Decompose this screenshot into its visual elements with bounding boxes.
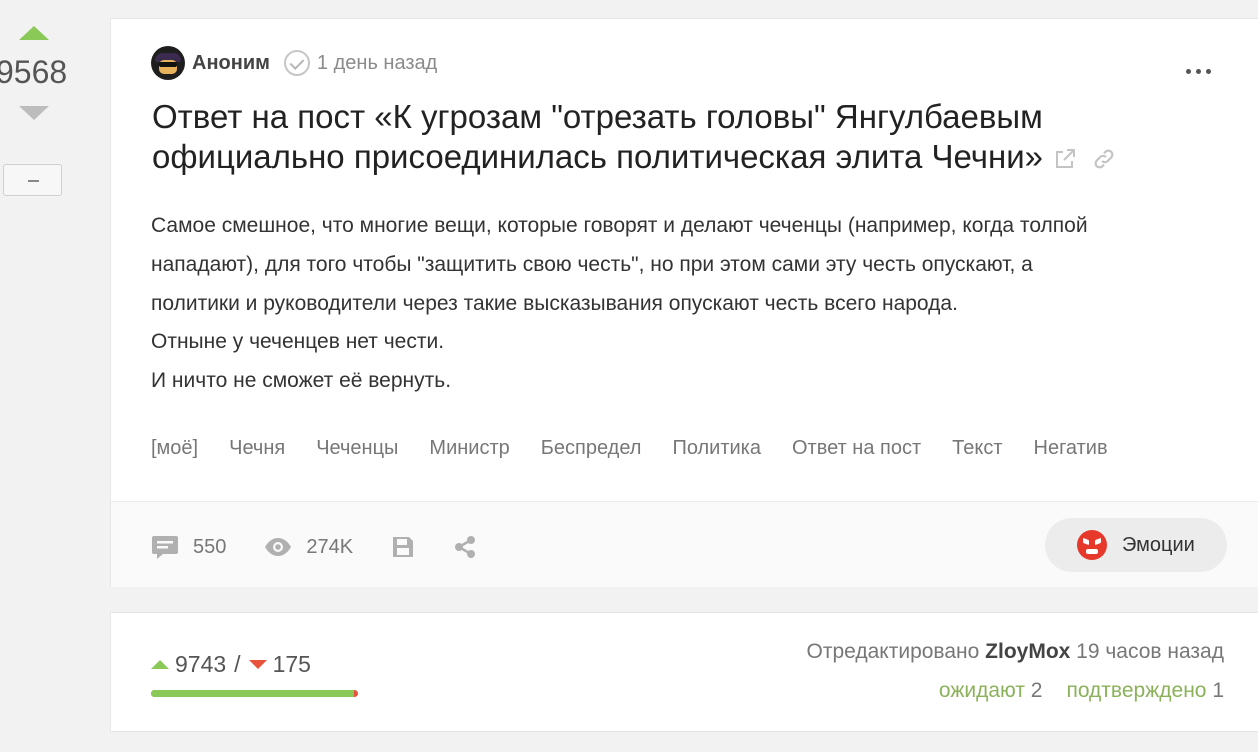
tag-item[interactable]: Беспредел <box>541 437 642 460</box>
share-icon <box>455 536 476 558</box>
moderation-status: ожидают 2 подтверждено 1 <box>939 679 1224 703</box>
rating-value: 9568 <box>0 54 68 90</box>
external-link-icon[interactable] <box>1053 147 1077 171</box>
story-rating: 9568 <box>0 0 70 752</box>
angry-emoji-icon <box>1077 530 1107 560</box>
up-votes: 9743 <box>175 651 227 677</box>
pending-count: 2 <box>1030 679 1043 702</box>
tag-item[interactable]: Негатив <box>1034 437 1108 460</box>
confirmed-label: подтверждено <box>1066 679 1207 702</box>
tag-item[interactable]: [моё] <box>151 437 198 460</box>
body-line: нападают), для того чтобы "защитить свою… <box>151 252 1033 276</box>
story-header: Аноним 1 день назад <box>151 46 437 80</box>
edited-prefix: Отредактировано <box>806 640 980 663</box>
vote-up-icon[interactable] <box>19 26 49 40</box>
edit-info: Отредактировано ZloyMox 19 часов назад <box>807 640 1224 664</box>
approval-bar-fill <box>151 690 355 697</box>
downvote-triangle-icon <box>248 660 267 669</box>
save-icon <box>393 537 414 557</box>
story-title[interactable]: Ответ на пост «К угрозам "отрезать голов… <box>152 97 1152 177</box>
body-line: И ничто не сможет её вернуть. <box>151 369 452 393</box>
confirmed-count: 1 <box>1212 679 1224 702</box>
tag-item[interactable]: Чеченцы <box>316 437 398 460</box>
down-votes: 175 <box>272 651 311 677</box>
collapse-button[interactable] <box>3 164 62 196</box>
body-line: Самое смешное, что многие вещи, которые … <box>151 214 1088 237</box>
editor-name[interactable]: ZloyMox <box>985 640 1070 663</box>
moderation-card: 9743 / 175 Отредактировано ZloyMox 19 ча… <box>110 612 1258 732</box>
story-card: Аноним 1 день назад Ответ на пост «К угр… <box>110 18 1258 587</box>
emotions-label: Эмоции <box>1122 533 1195 556</box>
vote-down-icon[interactable] <box>19 106 49 120</box>
tag-item[interactable]: Министр <box>429 437 509 460</box>
tag-item[interactable]: Политика <box>672 437 761 460</box>
author-name[interactable]: Аноним <box>192 52 270 75</box>
avatar[interactable] <box>151 46 185 80</box>
post-time: 1 день назад <box>316 51 438 74</box>
story-footer: 550 274K Эмоции <box>111 501 1258 587</box>
save-button[interactable] <box>391 535 415 559</box>
tag-list: [моё] Чечня Чеченцы Министр Беспредел По… <box>151 437 1139 460</box>
link-icon[interactable] <box>1092 147 1116 171</box>
comment-icon <box>152 536 178 559</box>
story-stats: 550 274K <box>151 532 515 562</box>
emotions-button[interactable]: Эмоции <box>1045 518 1227 572</box>
comments-button[interactable]: 550 <box>151 534 226 560</box>
check-icon <box>283 50 310 76</box>
pending-link[interactable]: ожидают 2 <box>939 679 1043 703</box>
views-count: 274K <box>306 535 354 558</box>
story-body: Самое смешное, что многие вещи, которые … <box>151 207 1231 401</box>
moderation-votes: 9743 / 175 <box>151 651 311 678</box>
body-line: Отныне у чеченцев нет чести. <box>151 330 445 354</box>
pending-label: ожидают <box>938 679 1025 702</box>
approval-bar <box>151 690 358 697</box>
eye-icon <box>265 538 292 556</box>
confirmed-link[interactable]: подтверждено 1 <box>1066 679 1224 703</box>
upvote-triangle-icon <box>151 660 169 669</box>
more-icon[interactable] <box>1186 61 1216 81</box>
tag-item[interactable]: Текст <box>952 437 1002 460</box>
tag-item[interactable]: Ответ на пост <box>792 437 921 460</box>
story-title-text[interactable]: Ответ на пост «К угрозам "отрезать голов… <box>152 98 1043 175</box>
votes-separator: / <box>234 651 241 677</box>
share-button[interactable] <box>453 535 477 559</box>
edited-time: 19 часов назад <box>1076 640 1224 663</box>
tag-item[interactable]: Чечня <box>229 437 285 460</box>
body-line: политики и руководители через такие выск… <box>151 291 958 315</box>
views-stat: 274K <box>264 536 353 559</box>
comments-count: 550 <box>193 535 227 558</box>
minus-icon <box>28 180 39 182</box>
